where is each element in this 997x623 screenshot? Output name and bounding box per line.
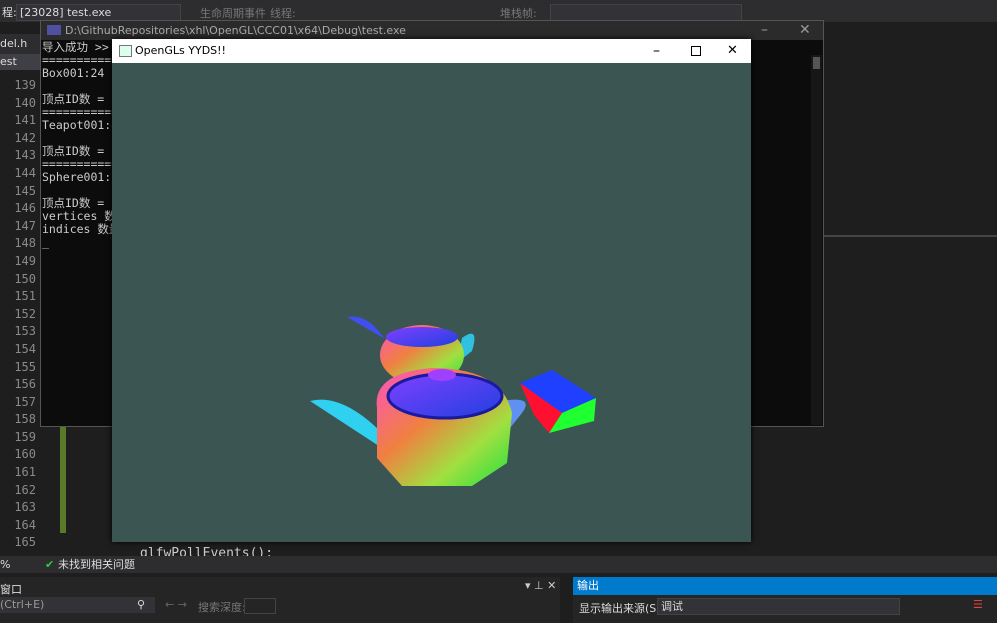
console-titlebar[interactable]: D:\GithubRepositories\xhl\OpenGL\CCC01\x… bbox=[41, 21, 823, 40]
search-depth-label: 搜索深度: bbox=[198, 601, 246, 614]
line-number: 145 bbox=[14, 183, 36, 198]
pin-icon[interactable]: ▾ ⊥ ✕ bbox=[525, 579, 556, 592]
output-title-bar[interactable]: 输出 bbox=[573, 577, 997, 595]
search-depth-select[interactable] bbox=[244, 598, 276, 614]
line-number: 160 bbox=[14, 447, 36, 462]
line-number: 158 bbox=[14, 412, 36, 427]
line-number: 146 bbox=[14, 201, 36, 216]
console-scrollbar[interactable] bbox=[811, 55, 822, 425]
gl-titlebar[interactable]: OpenGLs YYDS!! – ✕ bbox=[112, 39, 751, 63]
maximize-icon[interactable] bbox=[691, 46, 701, 56]
process-label: 程: bbox=[2, 6, 17, 19]
line-number: 150 bbox=[14, 271, 36, 286]
line-number: 149 bbox=[14, 253, 36, 268]
line-number: 154 bbox=[14, 341, 36, 356]
close-icon[interactable]: ✕ bbox=[799, 21, 811, 40]
word-wrap-icon[interactable]: ☰ bbox=[973, 598, 983, 611]
stack-frame-select[interactable] bbox=[550, 4, 742, 21]
search-icon[interactable]: ⚲ bbox=[137, 598, 145, 611]
process-select[interactable]: [23028] test.exe bbox=[16, 4, 181, 21]
large-teapot bbox=[310, 368, 526, 486]
panel-title: 窗口 bbox=[0, 583, 22, 596]
debug-toolbar: 程: [23028] test.exe 生命周期事件 线程: 堆栈帧: bbox=[0, 0, 997, 22]
render-scene bbox=[310, 316, 596, 486]
line-numbers: 139 140 141 142 143 144 145 146 147 148 149 150 151 1… bbox=[0, 78, 36, 553]
line-number: 156 bbox=[14, 377, 36, 392]
line-number: 141 bbox=[14, 113, 36, 128]
opengl-window[interactable]: OpenGLs YYDS!! – ✕ bbox=[112, 39, 751, 542]
line-number: 151 bbox=[14, 289, 36, 304]
line-number: 140 bbox=[14, 95, 36, 110]
line-number: 163 bbox=[14, 500, 36, 515]
line-number: 148 bbox=[14, 236, 36, 251]
nav-arrows[interactable]: ← → bbox=[165, 598, 187, 611]
line-number: 165 bbox=[14, 535, 36, 550]
close-icon[interactable]: ✕ bbox=[727, 39, 738, 63]
divider bbox=[822, 235, 997, 237]
minimize-icon[interactable]: – bbox=[761, 21, 768, 40]
line-number: 162 bbox=[14, 482, 36, 497]
change-marker bbox=[60, 425, 66, 533]
check-icon: ✔ bbox=[45, 558, 55, 571]
tab-test[interactable]: est bbox=[0, 54, 40, 70]
lifecycle-events-button[interactable]: 生命周期事件 bbox=[200, 5, 266, 21]
output-title: 输出 bbox=[577, 579, 599, 592]
line-number: 164 bbox=[14, 517, 36, 532]
line-number: 155 bbox=[14, 359, 36, 374]
gl-title: OpenGLs YYDS!! bbox=[135, 44, 226, 57]
line-number: 159 bbox=[14, 429, 36, 444]
console-title: D:\GithubRepositories\xhl\OpenGL\CCC01\x… bbox=[65, 24, 406, 37]
watch-panel: 窗口 ▾ ⊥ ✕ (Ctrl+E) ⚲ ← → 搜索深度: bbox=[0, 577, 560, 623]
search-input[interactable]: (Ctrl+E) bbox=[0, 597, 155, 613]
line-number: 139 bbox=[14, 78, 36, 92]
stack-frame-label: 堆栈帧: bbox=[500, 7, 537, 20]
line-number: 143 bbox=[14, 148, 36, 163]
console-icon bbox=[47, 25, 61, 35]
thread-label: 线程: bbox=[270, 7, 296, 20]
app-icon bbox=[119, 45, 132, 57]
status-bar: % ✔ 未找到相关问题 bbox=[0, 556, 997, 573]
issues-status[interactable]: 未找到相关问题 bbox=[58, 556, 135, 573]
line-number: 153 bbox=[14, 324, 36, 339]
cube bbox=[520, 370, 596, 433]
output-panel: 输出 显示输出来源(S): 调试 ☰ bbox=[573, 577, 997, 623]
zoom-level[interactable]: % bbox=[0, 556, 10, 573]
minimize-icon[interactable]: – bbox=[653, 39, 660, 63]
source-select[interactable]: 调试 bbox=[657, 598, 900, 615]
line-number: 144 bbox=[14, 165, 36, 180]
line-number: 152 bbox=[14, 306, 36, 321]
line-number: 142 bbox=[14, 130, 36, 145]
line-number: 161 bbox=[14, 465, 36, 480]
line-number: 157 bbox=[14, 394, 36, 409]
line-number: 147 bbox=[14, 218, 36, 233]
source-label: 显示输出来源(S): bbox=[579, 602, 665, 615]
tab-model-h[interactable]: del.h bbox=[0, 34, 40, 54]
